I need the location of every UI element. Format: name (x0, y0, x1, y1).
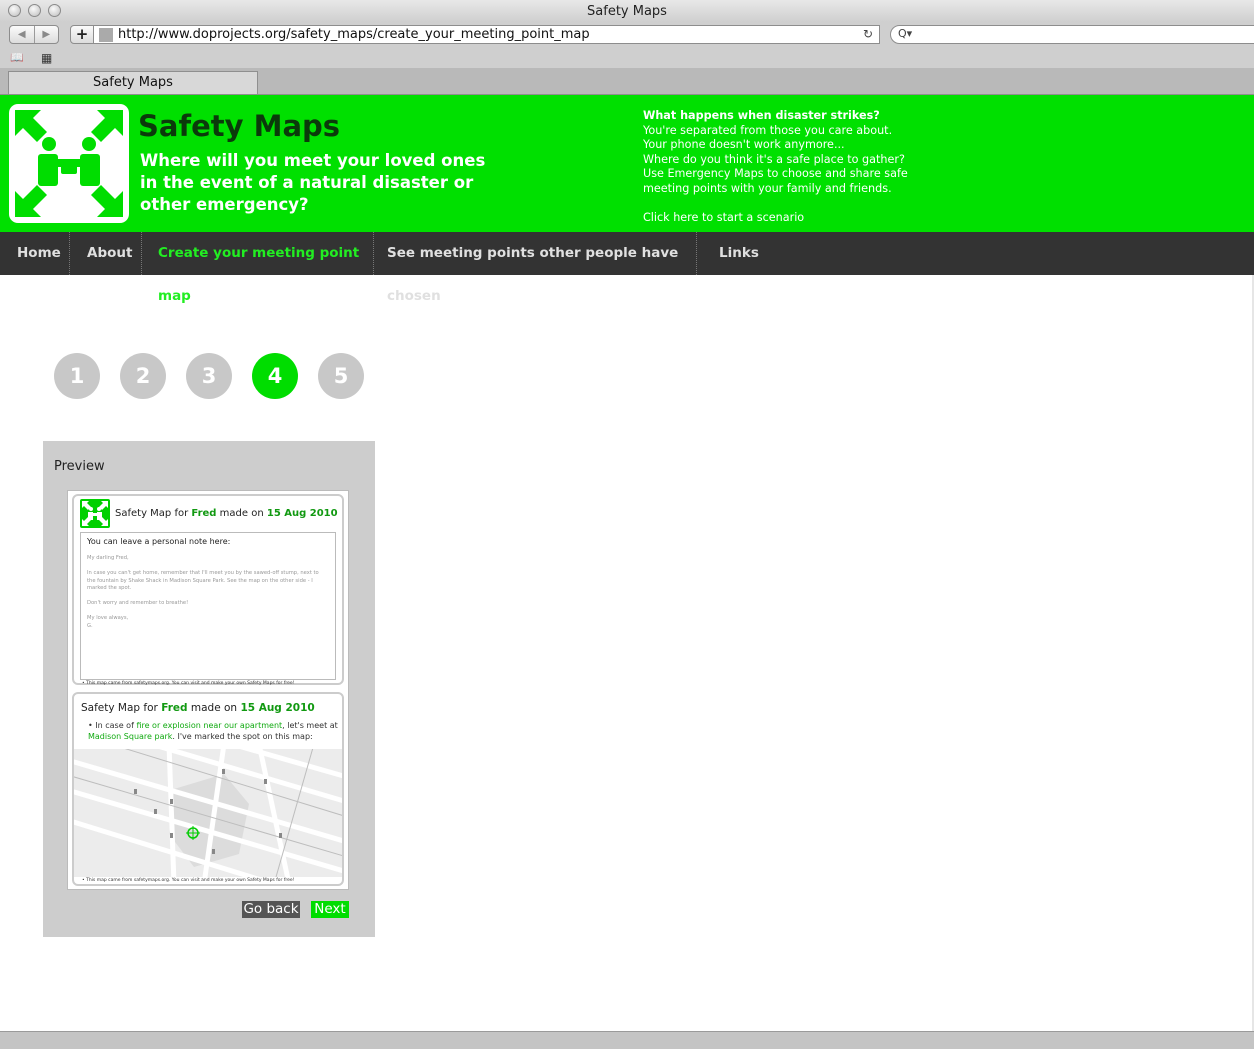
nav-item-see-meeting-points[interactable]: See meeting points other people have cho… (370, 232, 696, 304)
search-icon[interactable]: Q▾ (898, 27, 912, 40)
note-line (87, 563, 327, 571)
bookmarks-bar: 📖 ▦ (0, 48, 1254, 68)
window-title: Safety Maps (587, 4, 667, 19)
favicon-icon (99, 28, 113, 42)
browser-tab[interactable]: Safety Maps (8, 71, 258, 94)
nav-item-create-map[interactable]: Create your meeting point map (141, 232, 373, 304)
window-titlebar: Safety Maps (0, 0, 1254, 23)
card-heading: Safety Map for Fred made on 15 Aug 2010 (81, 702, 315, 714)
story-line: Your phone doesn't work anymore... (643, 138, 845, 151)
note-line: Don't worry and remember to breathe! (87, 600, 189, 606)
card-heading: Safety Map for Fred made on 15 Aug 2010 (115, 508, 338, 519)
map-date: 15 Aug 2010 (266, 508, 338, 519)
step-4-current[interactable]: 4 (252, 353, 298, 399)
forward-button[interactable]: ▶ (35, 26, 59, 43)
step-1[interactable]: 1 (54, 353, 100, 399)
browser-toolbar: ◀ ▶ + http://www.doprojects.org/safety_m… (0, 22, 1254, 48)
history-buttons: ◀ ▶ (9, 25, 59, 44)
note-line: In case you can't get home, remember tha… (87, 570, 319, 591)
heading-made-on: made on (219, 508, 264, 519)
top-sites-grid-icon[interactable]: ▦ (41, 51, 52, 65)
preview-sheet: Safety Map for Fred made on 15 Aug 2010 … (67, 490, 349, 890)
main-nav: Home About Create your meeting point map… (0, 232, 1254, 304)
meeting-instruction: • In case of fire or explosion near our … (88, 721, 338, 742)
address-bar[interactable]: http://www.doprojects.org/safety_maps/cr… (94, 25, 880, 44)
site-tagline: Where will you meet your loved ones in t… (140, 151, 486, 214)
instruction-suffix: . I've marked the spot on this map: (172, 731, 313, 741)
disaster-story: What happens when disaster strikes? You'… (643, 109, 933, 225)
note-line: My darling Fred, (87, 555, 129, 561)
note-label: You can leave a personal note here: (87, 537, 231, 546)
tab-bar: Safety Maps (0, 68, 1254, 95)
url-text[interactable]: http://www.doprojects.org/safety_maps/cr… (118, 27, 590, 42)
step-3[interactable]: 3 (186, 353, 232, 399)
story-line: You're separated from those you care abo… (643, 123, 893, 137)
nav-divider (696, 232, 697, 275)
note-line (87, 593, 327, 601)
search-field[interactable]: Q▾ (890, 25, 1254, 44)
meeting-point-map[interactable] (74, 749, 342, 877)
nav-item-links[interactable]: Links (702, 232, 782, 275)
story-question: What happens when disaster strikes? (643, 109, 880, 122)
card-footnote: • This map came from safetymaps.org. You… (82, 878, 295, 883)
note-text: My darling Fred, In case you can't get h… (87, 555, 327, 630)
personal-note-box[interactable]: You can leave a personal note here: My d… (80, 532, 336, 680)
preview-map-card: Safety Map for Fred made on 15 Aug 2010 … (72, 692, 344, 886)
preview-title: Preview (54, 459, 105, 474)
story-line: Use Emergency Maps to choose and share s… (643, 167, 908, 180)
note-line: G. (87, 622, 93, 629)
instruction-mid: , let's meet at (282, 721, 338, 730)
nav-item-about[interactable]: About (70, 232, 141, 275)
situation-text: fire or explosion near our apartment (136, 721, 283, 730)
heading-made-on: made on (190, 702, 238, 714)
status-bar (0, 1031, 1254, 1049)
start-scenario-link[interactable]: Click here to start a scenario (643, 211, 933, 226)
nav-item-home[interactable]: Home (0, 232, 69, 275)
go-back-button[interactable]: Go back (242, 901, 300, 918)
safety-maps-logo-icon[interactable] (9, 104, 129, 223)
meeting-place: Madison Square park (88, 731, 173, 741)
heading-prefix: Safety Map for (81, 702, 158, 714)
story-line: meeting points with your family and frie… (643, 181, 892, 195)
note-line (87, 608, 327, 616)
add-bookmark-button[interactable]: + (70, 25, 94, 44)
preview-note-card: Safety Map for Fred made on 15 Aug 2010 … (72, 494, 344, 686)
heading-prefix: Safety Map for (115, 508, 189, 519)
back-button[interactable]: ◀ (10, 26, 35, 43)
recipient-name: Fred (161, 702, 188, 714)
story-line: Where do you think it's a safe place to … (643, 152, 905, 166)
preview-panel: Preview Safety Map for Fred made on 15 A… (43, 441, 375, 937)
mini-logo-icon (80, 499, 110, 528)
next-button[interactable]: Next (311, 901, 349, 918)
reload-icon[interactable]: ↻ (863, 27, 873, 41)
instruction-prefix: • In case of (88, 721, 134, 730)
card-footnote: • This map came from safetymaps.org. You… (82, 681, 295, 686)
site-header: Safety Maps Where will you meet your lov… (0, 95, 1254, 232)
note-line: My love always, (87, 615, 129, 621)
recipient-name: Fred (191, 508, 217, 519)
site-title[interactable]: Safety Maps (138, 109, 340, 143)
map-date: 15 Aug 2010 (240, 702, 315, 714)
bookmarks-book-icon[interactable]: 📖 (10, 51, 24, 64)
step-5[interactable]: 5 (318, 353, 364, 399)
step-2[interactable]: 2 (120, 353, 166, 399)
